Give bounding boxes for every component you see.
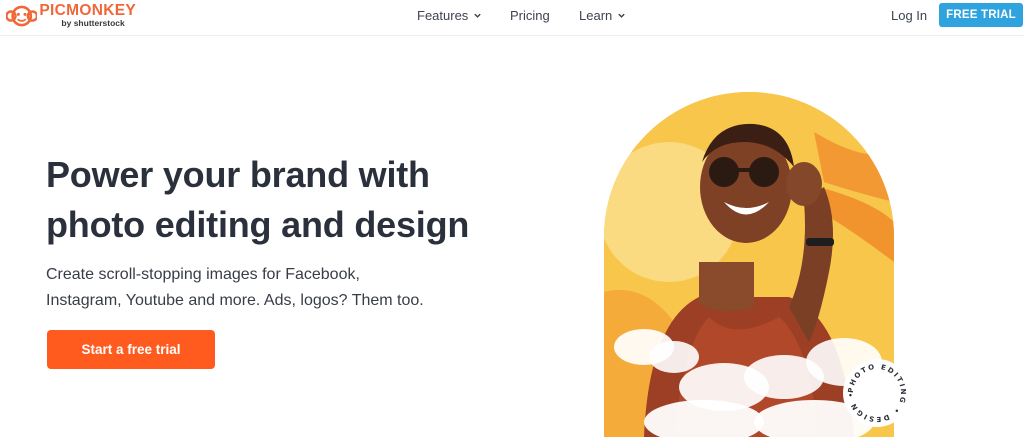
hero-title-line1: Power your brand with (46, 154, 430, 195)
nav-pricing-label: Pricing (510, 7, 550, 23)
nav-pricing[interactable]: Pricing (510, 0, 550, 30)
photo-editing-badge: PHOTO EDITING • DESIGN • (843, 359, 911, 427)
start-free-trial-button[interactable]: Start a free trial (47, 330, 215, 369)
login-link[interactable]: Log In (891, 0, 927, 30)
chevron-down-icon (474, 13, 482, 18)
picmonkey-logo[interactable]: PICMONKEY by shutterstock (6, 2, 136, 32)
brand-sub: by shutterstock (61, 18, 125, 28)
hero-title: Power your brand with photo editing and … (46, 150, 506, 250)
brand-name: PICMONKEY (39, 2, 136, 19)
nav-learn[interactable]: Learn (579, 0, 626, 30)
nav-features[interactable]: Features (417, 0, 482, 30)
site-header: PICMONKEY by shutterstock Features Prici… (0, 0, 1024, 36)
nav-learn-label: Learn (579, 7, 613, 23)
free-trial-button[interactable]: FREE TRIAL (939, 3, 1023, 27)
monkey-face-icon (6, 5, 38, 27)
hero-subtitle-line2: Instagram, Youtube and more. Ads, logos?… (46, 292, 424, 309)
nav-features-label: Features (417, 7, 469, 23)
hero-subtitle: Create scroll-stopping images for Facebo… (46, 262, 466, 314)
logo-text: PICMONKEY by shutterstock (39, 3, 136, 28)
chevron-down-icon (618, 13, 625, 18)
login-label: Log In (891, 7, 928, 23)
hero-subtitle-line1: Create scroll-stopping images for Facebo… (46, 266, 360, 283)
hero-title-line2: photo editing and design (46, 204, 470, 245)
